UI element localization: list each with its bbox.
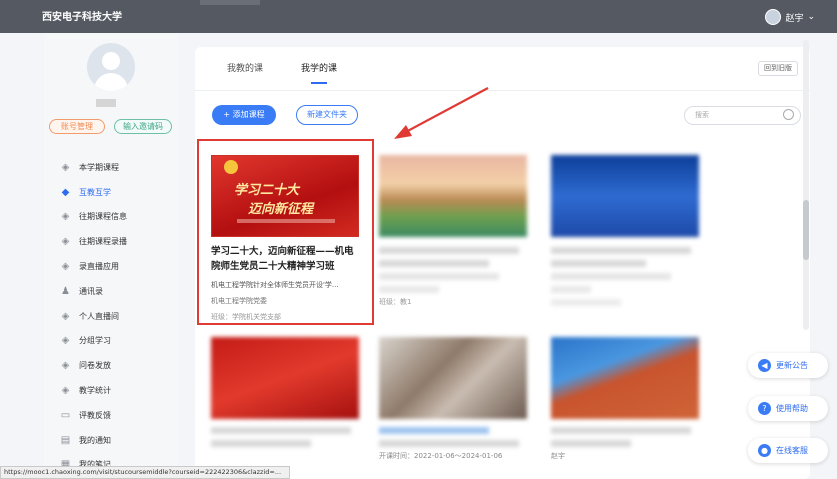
course-info-redacted bbox=[379, 427, 527, 447]
course-time: 开课时间：2022-01-06～2024-01-06 bbox=[379, 452, 503, 460]
scrollbar-thumb[interactable] bbox=[803, 200, 809, 260]
diamond-icon: ◈ bbox=[61, 236, 70, 248]
new-folder-button[interactable]: 新建文件夹 bbox=[296, 105, 358, 125]
red-arrow-annotation bbox=[394, 87, 489, 139]
diamond-icon: ◈ bbox=[61, 261, 70, 273]
search-icon[interactable] bbox=[783, 109, 794, 120]
sidebar-item-mutual-teaching[interactable]: ◆ 互教互学 bbox=[60, 180, 170, 205]
user-name: 赵宇 bbox=[785, 13, 804, 24]
feedback-icon: ▭ bbox=[60, 409, 71, 421]
contacts-icon: ♟ bbox=[61, 285, 70, 297]
sidebar-item-group-study[interactable]: ◈ 分组学习 bbox=[60, 329, 170, 354]
tab-learning[interactable]: 我学的课 bbox=[301, 61, 337, 84]
profile-avatar[interactable] bbox=[87, 43, 135, 91]
course-cover bbox=[379, 155, 527, 237]
sidebar-item-past-courses[interactable]: ◈ 往期课程信息 bbox=[60, 205, 170, 230]
course-info-redacted bbox=[379, 247, 527, 293]
search-input[interactable]: 搜索 bbox=[684, 106, 801, 125]
course-info-redacted bbox=[211, 427, 359, 447]
account-manage-button[interactable]: 账号管理 bbox=[49, 119, 105, 134]
diamond-icon: ◈ bbox=[61, 310, 70, 322]
course-card-6[interactable]: 赵宇 bbox=[551, 337, 699, 461]
search-placeholder: 搜索 bbox=[695, 111, 709, 119]
highlight-box bbox=[197, 139, 374, 325]
course-info-redacted bbox=[551, 427, 699, 447]
tab-teaching[interactable]: 我教的课 bbox=[227, 61, 263, 84]
sidebar-item-contacts[interactable]: ♟ 通讯录 bbox=[60, 279, 170, 304]
sidebar-item-notices[interactable]: ▤ 我的通知 bbox=[60, 428, 170, 453]
sidebar-item-live-apps[interactable]: ◈ 录直播应用 bbox=[60, 254, 170, 279]
tab-strip-remnant bbox=[200, 0, 260, 5]
course-cover bbox=[379, 337, 527, 419]
question-icon: ? bbox=[758, 402, 771, 415]
help-button[interactable]: ? 使用帮助 bbox=[748, 396, 828, 421]
chevron-down-icon: ⌄ bbox=[807, 12, 815, 22]
tab-divider bbox=[195, 90, 810, 91]
notice-icon: ▤ bbox=[60, 434, 71, 446]
diamond-icon: ◈ bbox=[61, 335, 70, 347]
course-tabs: 我教的课 我学的课 bbox=[227, 61, 337, 84]
top-bar: 西安电子科技大学 赵宇 ⌄ bbox=[0, 0, 837, 33]
diamond-icon: ◈ bbox=[61, 161, 70, 173]
user-avatar bbox=[765, 9, 782, 25]
sidebar-item-stats[interactable]: ◈ 教学统计 bbox=[60, 378, 170, 403]
school-name: 西安电子科技大学 bbox=[42, 12, 122, 23]
diamond-icon: ◈ bbox=[61, 211, 70, 223]
course-class: 班级：教1 bbox=[379, 298, 412, 306]
profile-name-redacted bbox=[96, 99, 116, 107]
course-cover bbox=[551, 155, 699, 237]
speaker-icon: ◀ bbox=[758, 359, 771, 372]
sidebar-item-feedback[interactable]: ▭ 评教反馈 bbox=[60, 403, 170, 428]
course-cover bbox=[211, 337, 359, 419]
service-icon: ● bbox=[758, 444, 771, 457]
sidebar-item-current-courses[interactable]: ◈ 本学期课程 bbox=[60, 155, 170, 180]
old-version-button[interactable]: 回到旧版 bbox=[758, 61, 798, 76]
customer-service-button[interactable]: ● 在线客服 bbox=[748, 438, 828, 463]
course-card-3[interactable] bbox=[551, 155, 699, 306]
announcement-button[interactable]: ◀ 更新公告 bbox=[748, 353, 828, 378]
course-card-5[interactable]: 开课时间：2022-01-06～2024-01-06 bbox=[379, 337, 527, 461]
vertical-scrollbar[interactable] bbox=[803, 40, 809, 330]
diamond-icon: ◈ bbox=[61, 385, 70, 397]
invite-code-button[interactable]: 输入邀请码 bbox=[114, 119, 172, 134]
add-course-button[interactable]: + 添加课程 bbox=[212, 105, 276, 125]
sidebar-item-past-recordings[interactable]: ◈ 往期课程录播 bbox=[60, 229, 170, 254]
course-cover bbox=[551, 337, 699, 419]
course-teacher: 赵宇 bbox=[551, 452, 565, 460]
diamond-icon: ◈ bbox=[61, 360, 70, 372]
status-bar-url: https://mooc1.chaoxing.com/visit/stucour… bbox=[0, 466, 290, 479]
diamond-icon: ◆ bbox=[61, 186, 70, 198]
course-card-4[interactable] bbox=[211, 337, 359, 447]
sidebar-item-survey[interactable]: ◈ 问卷发放 bbox=[60, 353, 170, 378]
sidebar-item-live-room[interactable]: ◈ 个人直播间 bbox=[60, 304, 170, 329]
sidebar-menu: ◈ 本学期课程 ◆ 互教互学 ◈ 往期课程信息 ◈ 往期课程录播 ◈ 录直播应用 ♟ 通讯录… bbox=[60, 155, 170, 477]
user-menu[interactable]: 赵宇 ⌄ bbox=[765, 9, 815, 25]
course-info-redacted bbox=[551, 247, 699, 306]
course-card-2[interactable]: 班级：教1 bbox=[379, 155, 527, 307]
